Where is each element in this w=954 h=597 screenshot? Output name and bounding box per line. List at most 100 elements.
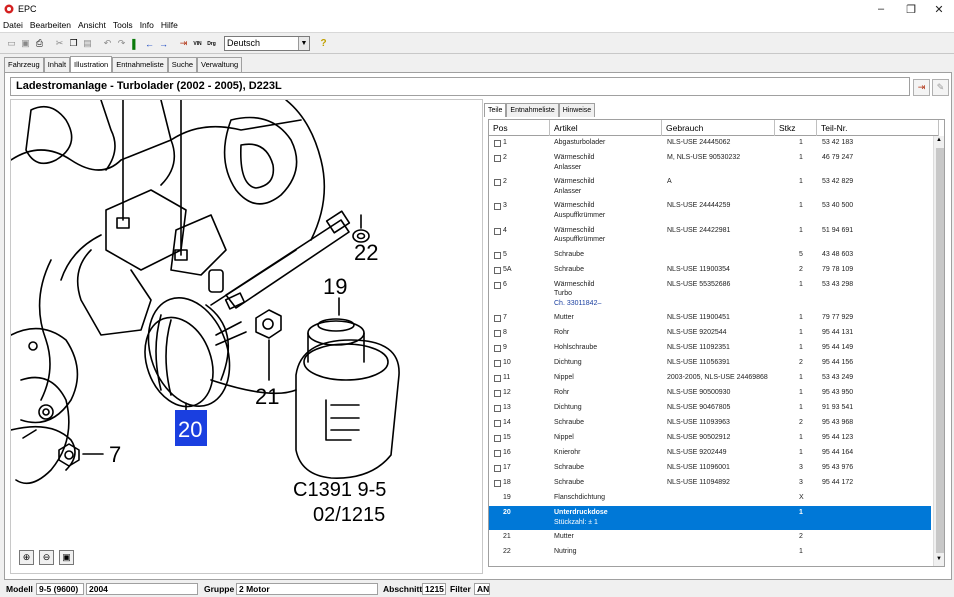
- table-row[interactable]: 11 Nippel 2003-2005, NLS-USE 24469868 1 53 4…: [489, 371, 931, 386]
- table-row[interactable]: 18 Schraube NLS-USE 11094892 3 95 44 172: [489, 476, 931, 491]
- back-arrow-icon[interactable]: ←: [142, 36, 157, 51]
- row-checkbox[interactable]: [494, 140, 501, 147]
- table-row[interactable]: 13 Dichtung NLS-USE 90467805 1 91 93 541: [489, 401, 931, 416]
- help-icon[interactable]: ?: [316, 36, 331, 51]
- illustration-panel[interactable]: 22 19 21 7 20 C1391 9-5 02/1215 ⊕ ⊖ ▣: [10, 99, 483, 574]
- row-checkbox[interactable]: [494, 203, 501, 211]
- zoom-fit-icon[interactable]: ▣: [59, 550, 74, 565]
- tab-fahrzeug[interactable]: Fahrzeug: [4, 57, 44, 72]
- go-home-icon[interactable]: ▌: [128, 36, 143, 51]
- tab-entnahmeliste-sub[interactable]: Entnahmeliste: [506, 103, 559, 117]
- transfer-icon[interactable]: ⇥: [913, 79, 930, 96]
- table-row[interactable]: 10 Dichtung NLS-USE 11056391 2 95 44 156: [489, 356, 931, 371]
- zoom-in-icon[interactable]: ⊕: [19, 550, 34, 565]
- table-row[interactable]: 4 Wärmeschild Auspuffkrümmer NLS-USE 244229…: [489, 224, 931, 248]
- tab-verwaltung[interactable]: Verwaltung: [197, 57, 243, 72]
- drg-icon[interactable]: Drg: [204, 36, 219, 51]
- forward-arrow-icon[interactable]: →: [156, 36, 171, 51]
- row-checkbox[interactable]: [494, 315, 501, 323]
- table-row[interactable]: 19 Flanschdichtung X: [489, 491, 931, 506]
- table-row[interactable]: 6 Wärmeschild Turbo Ch. 33011842– NLS-USE 55…: [489, 278, 931, 312]
- chevron-down-icon[interactable]: ▼: [298, 37, 309, 50]
- menu-tools[interactable]: Tools: [113, 20, 133, 30]
- row-checkbox[interactable]: [494, 360, 501, 368]
- save-icon[interactable]: ▣: [18, 36, 33, 51]
- row-checkbox[interactable]: [494, 390, 501, 398]
- vin-icon[interactable]: VIN: [190, 36, 205, 51]
- language-select[interactable]: Deutsch ▼: [224, 36, 310, 51]
- row-checkbox[interactable]: [494, 375, 501, 383]
- restore-button[interactable]: ❐: [896, 0, 926, 18]
- row-checkbox[interactable]: [494, 420, 501, 428]
- row-checkbox[interactable]: [494, 465, 501, 473]
- table-row[interactable]: 20 Unterdruckdose Stückzahl: ± 1 1: [489, 506, 931, 531]
- chassis-link[interactable]: Ch. 33011842–: [554, 300, 601, 307]
- row-checkbox[interactable]: [494, 345, 501, 353]
- callout-19[interactable]: 19: [323, 274, 347, 299]
- table-row[interactable]: 3 Wärmeschild Auspuffkrümmer NLS-USE 244442…: [489, 199, 931, 223]
- table-row[interactable]: 15 Nippel NLS-USE 90502912 1 95 44 123: [489, 431, 931, 446]
- zoom-out-icon[interactable]: ⊖: [39, 550, 54, 565]
- cut-icon[interactable]: ✂: [52, 36, 67, 51]
- row-checkbox[interactable]: [494, 266, 501, 274]
- table-row[interactable]: 22 Nutring 1: [489, 545, 931, 560]
- tab-suche[interactable]: Suche: [167, 57, 198, 72]
- table-row[interactable]: 2 Wärmeschild Anlasser M, NLS-USE 90530232 1…: [489, 151, 931, 175]
- column-artikel[interactable]: Artikel: [550, 120, 662, 136]
- edit-icon[interactable]: ✎: [932, 79, 949, 96]
- row-checkbox[interactable]: [494, 281, 501, 289]
- menu-bearbeiten[interactable]: Bearbeiten: [30, 20, 71, 30]
- tab-inhalt[interactable]: Inhalt: [43, 57, 71, 72]
- print-icon[interactable]: ⎙: [32, 36, 47, 51]
- row-checkbox[interactable]: [494, 405, 501, 413]
- exit-icon[interactable]: ⇥: [176, 36, 191, 51]
- table-row[interactable]: 8 Rohr NLS-USE 9202544 1 95 44 131: [489, 326, 931, 341]
- menu-ansicht[interactable]: Ansicht: [78, 20, 106, 30]
- scroll-down-icon[interactable]: ▼: [936, 556, 942, 562]
- row-checkbox[interactable]: [494, 251, 501, 259]
- tab-illustration[interactable]: Illustration: [70, 56, 113, 72]
- column-pos[interactable]: Pos: [489, 120, 550, 136]
- menu-info[interactable]: Info: [140, 20, 154, 30]
- row-checkbox[interactable]: [494, 480, 501, 488]
- row-checkbox[interactable]: [494, 227, 501, 235]
- row-checkbox[interactable]: [494, 435, 501, 443]
- column-stkz[interactable]: Stkz: [775, 120, 817, 136]
- row-checkbox[interactable]: [494, 179, 501, 187]
- tab-hinweise[interactable]: Hinweise: [558, 103, 596, 117]
- table-row[interactable]: 12 Rohr NLS-USE 90500930 1 95 43 950: [489, 386, 931, 401]
- table-row[interactable]: 17 Schraube NLS-USE 11096001 3 95 43 976: [489, 461, 931, 476]
- redo-icon[interactable]: ↷: [114, 36, 129, 51]
- tab-entnahmeliste[interactable]: Entnahmeliste: [112, 57, 168, 72]
- table-row[interactable]: 9 Hohlschraube NLS-USE 11092351 1 95 44 149: [489, 341, 931, 356]
- table-row[interactable]: 7 Mutter NLS-USE 11900451 1 79 77 929: [489, 311, 931, 326]
- callout-22[interactable]: 22: [354, 240, 378, 265]
- table-row[interactable]: 16 Knierohr NLS-USE 9202449 1 95 44 164: [489, 446, 931, 461]
- callout-21[interactable]: 21: [255, 384, 279, 409]
- minimize-button[interactable]: –: [866, 0, 896, 18]
- paste-icon[interactable]: ▤: [80, 36, 95, 51]
- table-row[interactable]: 1 Abgasturbolader NLS-USE 24445062 1 53 42 1…: [489, 136, 931, 151]
- menu-hilfe[interactable]: Hilfe: [161, 20, 178, 30]
- table-row[interactable]: 5A Schraube NLS-USE 11900354 2 79 78 109: [489, 263, 931, 278]
- column-gebrauch[interactable]: Gebrauch: [662, 120, 775, 136]
- close-button[interactable]: ✕: [924, 0, 954, 18]
- tab-teile[interactable]: Teile: [484, 103, 507, 117]
- vertical-scrollbar[interactable]: ▲ ▼: [933, 136, 944, 566]
- scrollbar-thumb[interactable]: [936, 148, 944, 553]
- copy-icon[interactable]: ❐: [66, 36, 81, 51]
- open-icon[interactable]: ▭: [4, 36, 19, 51]
- row-checkbox[interactable]: [494, 450, 501, 458]
- column-teil-nr[interactable]: Teil-Nr.: [817, 120, 939, 136]
- row-checkbox[interactable]: [494, 155, 501, 162]
- callout-20[interactable]: 20: [178, 417, 202, 442]
- table-row[interactable]: 2 Wärmeschild Anlasser A 1 53 42 829: [489, 175, 931, 199]
- scroll-up-icon[interactable]: ▲: [936, 137, 942, 143]
- menu-datei[interactable]: Datei: [3, 20, 23, 30]
- table-row[interactable]: 5 Schraube 5 43 48 603: [489, 248, 931, 263]
- row-checkbox[interactable]: [494, 330, 501, 338]
- table-row[interactable]: 21 Mutter 2: [489, 530, 931, 545]
- undo-icon[interactable]: ↶: [100, 36, 115, 51]
- table-row[interactable]: 14 Schraube NLS-USE 11093963 2 95 43 968: [489, 416, 931, 431]
- callout-7[interactable]: 7: [109, 442, 121, 467]
